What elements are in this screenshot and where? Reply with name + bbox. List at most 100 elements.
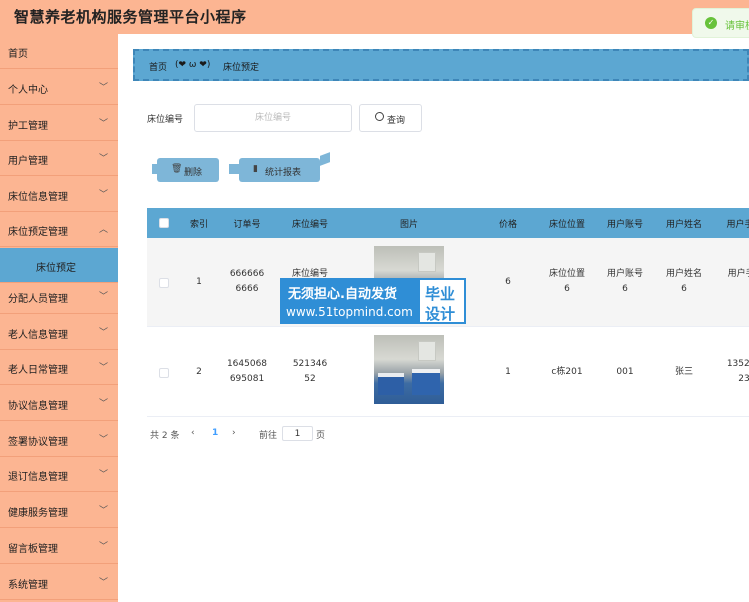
breadcrumb-current: 床位预定 [223, 63, 260, 73]
sidebar-item-health-service[interactable]: 健康服务管理 ﹀ [0, 493, 118, 528]
sidebar-item-caregiver[interactable]: 护工管理 ﹀ [0, 106, 118, 141]
button-tab-decoration [320, 152, 330, 166]
sidebar-item-bed-info[interactable]: 床位信息管理 ﹀ [0, 177, 118, 212]
sidebar-menu: 首页 个人中心 ﹀ 护工管理 ﹀ 用户管理 ﹀ 床位信息管理 ﹀ 床位预定管理 … [0, 34, 118, 602]
sidebar-item-message-board[interactable]: 留言板管理 ﹀ [0, 529, 118, 564]
pagination-goto-label: 前往 [259, 431, 278, 441]
watermark-banner: 无须担心.自动发货 www.51topmind.com 毕业 设计 [280, 278, 466, 324]
chevron-down-icon: ﹀ [98, 292, 108, 302]
chevron-down-icon: ﹀ [98, 399, 108, 409]
column-header-user-account: 用户账号 [606, 220, 644, 230]
cell-user-phone: 用户手6 [727, 269, 749, 279]
cell-price: 1 [505, 367, 511, 377]
search-icon [375, 112, 384, 121]
delete-button-label: 删除 [184, 168, 203, 178]
chevron-down-icon: ﹀ [98, 190, 108, 200]
sidebar-item-agreement-info[interactable]: 协议信息管理 ﹀ [0, 386, 118, 421]
sidebar-item-label: 首页 [8, 49, 28, 60]
column-header-price: 价格 [498, 220, 518, 230]
bar-chart-icon: ▮ [253, 164, 258, 174]
sidebar-item-label: 签署协议管理 [8, 437, 68, 448]
table-header: 索引 订单号 床位编号 图片 价格 床位位置 用户账号 用户姓名 用户手 [147, 208, 749, 238]
cell-bed-location: c栋201 [551, 367, 583, 377]
sidebar-subitem-bed-booking[interactable]: 床位预定 [0, 248, 118, 283]
watermark-slogan: 无须担心.自动发货 [288, 287, 397, 302]
query-button-label: 查询 [387, 116, 406, 126]
sidebar-item-label: 床位预定管理 [8, 227, 68, 238]
app-title: 智慧养老机构服务管理平台小程序 [14, 8, 247, 26]
breadcrumb-home[interactable]: 首页 [149, 60, 167, 73]
cell-index: 1 [196, 277, 202, 287]
pagination-prev-icon[interactable]: ‹ [191, 428, 195, 438]
column-header-image: 图片 [399, 220, 419, 230]
sidebar-item-label: 分配人员管理 [8, 294, 68, 305]
sidebar-item-label: 留言板管理 [8, 544, 58, 555]
column-header-bed-no: 床位编号 [291, 220, 329, 230]
chevron-down-icon: ﹀ [98, 470, 108, 480]
sidebar-item-label: 个人中心 [8, 85, 48, 96]
watermark-left-panel: 无须担心.自动发货 www.51topmind.com [280, 278, 418, 324]
pagination-goto-input[interactable] [282, 426, 313, 441]
toast-message: 请审核 [725, 21, 749, 32]
trash-icon: 🗑 [171, 164, 183, 174]
cell-bed-location: 床位位置6 [548, 269, 585, 294]
sidebar-item-elderly-daily[interactable]: 老人日常管理 ﹀ [0, 350, 118, 385]
breadcrumb: 首页 (❤ ω ❤) 床位预定 [133, 49, 749, 81]
delete-button[interactable]: 🗑 删除 [157, 158, 219, 182]
sidebar-item-elderly-info[interactable]: 老人信息管理 ﹀ [0, 315, 118, 350]
sidebar-item-system[interactable]: 系统管理 ﹀ [0, 565, 118, 600]
sidebar-item-bed-booking[interactable]: 床位预定管理 ︿ [0, 212, 118, 247]
chevron-down-icon: ﹀ [98, 119, 108, 129]
statistics-report-label: 统计报表 [265, 168, 302, 178]
sidebar-item-label: 用户管理 [8, 156, 48, 167]
cell-order-no: 1645068695081 [226, 359, 268, 384]
watermark-badge: 毕业 设计 [418, 278, 466, 324]
row-checkbox[interactable] [159, 278, 169, 288]
top-header: 智慧养老机构服务管理平台小程序 [0, 0, 749, 34]
button-tab-decoration [229, 164, 239, 174]
sidebar-item-unsubscribe[interactable]: 退订信息管理 ﹀ [0, 457, 118, 492]
sidebar-item-signed-agreement[interactable]: 签署协议管理 ﹀ [0, 422, 118, 457]
chevron-down-icon: ﹀ [98, 363, 108, 373]
chevron-down-icon: ﹀ [98, 578, 108, 588]
table-row[interactable]: 2 1645068695081 52134652 1 c栋201 001 张三 … [147, 328, 749, 417]
cell-user-name: 用户姓名6 [665, 269, 702, 294]
statistics-report-button[interactable]: ▮ 统计报表 [239, 158, 320, 182]
sidebar-item-home[interactable]: 首页 [0, 34, 118, 69]
sidebar-item-users[interactable]: 用户管理 ﹀ [0, 141, 118, 176]
cell-index: 2 [196, 367, 202, 377]
column-header-user-name: 用户姓名 [665, 220, 703, 230]
chevron-down-icon: ﹀ [98, 506, 108, 516]
pagination-page-1[interactable]: 1 [212, 428, 218, 438]
success-toast: ✓ 请审核 [692, 8, 749, 38]
select-all-checkbox[interactable] [159, 218, 169, 228]
sidebar-item-label: 系统管理 [8, 580, 48, 591]
chevron-down-icon: ﹀ [98, 328, 108, 338]
sidebar-item-label: 床位信息管理 [8, 192, 68, 203]
sidebar-item-label: 老人信息管理 [8, 330, 68, 341]
bed-shape [412, 369, 440, 395]
column-header-order-no: 订单号 [233, 220, 261, 230]
sidebar-item-personal-center[interactable]: 个人中心 ﹀ [0, 70, 118, 105]
column-header-bed-location: 床位位置 [548, 220, 586, 230]
sidebar-item-staff-assignment[interactable]: 分配人员管理 ﹀ [0, 279, 118, 314]
query-button[interactable]: 查询 [359, 104, 422, 132]
watermark-url: www.51topmind.com [286, 305, 413, 319]
success-check-icon: ✓ [705, 17, 717, 29]
sidebar-item-label: 退订信息管理 [8, 472, 68, 483]
bed-number-input[interactable] [194, 104, 352, 132]
window-shape [418, 341, 436, 361]
sidebar-item-label: 协议信息管理 [8, 401, 68, 412]
cell-user-account: 用户账号6 [606, 269, 643, 294]
pagination-next-icon[interactable]: › [232, 428, 236, 438]
window-shape [418, 252, 436, 272]
cell-user-account: 001 [616, 367, 634, 377]
sidebar-item-label: 床位预定 [36, 263, 76, 274]
chevron-down-icon: ﹀ [98, 542, 108, 552]
cell-bed-no: 52134652 [292, 359, 328, 384]
cell-user-phone: 13523323 [726, 359, 749, 384]
row-checkbox[interactable] [159, 368, 169, 378]
chevron-down-icon: ﹀ [98, 154, 108, 164]
pagination-total: 共 2 条 [150, 431, 180, 441]
cell-user-name: 张三 [674, 367, 693, 377]
